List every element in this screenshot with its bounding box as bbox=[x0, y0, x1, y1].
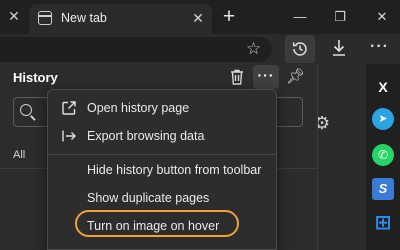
menu-item-label: Open history page bbox=[87, 101, 190, 115]
toolbar: ☆ ··· bbox=[0, 34, 400, 64]
edge-sidebar: X ➤ ✆ S ⊞ bbox=[366, 64, 400, 250]
export-arrow-icon bbox=[62, 130, 76, 142]
menu-item-show-duplicate-pages[interactable]: Show duplicate pages bbox=[48, 184, 276, 212]
tab-new-tab[interactable]: New tab ✕ bbox=[29, 4, 212, 34]
telegram-icon[interactable]: ➤ bbox=[372, 108, 394, 130]
trash-icon[interactable] bbox=[228, 68, 246, 86]
panel-title: History bbox=[13, 70, 58, 85]
restore-button[interactable]: ❐ bbox=[330, 8, 350, 26]
tab-strip: ✕ New tab ✕ + — ❐ ✕ bbox=[0, 0, 400, 34]
page-background bbox=[318, 64, 366, 250]
favorite-star-icon[interactable]: ☆ bbox=[246, 38, 261, 60]
history-clock-icon bbox=[292, 42, 307, 56]
whatsapp-icon[interactable]: ✆ bbox=[372, 144, 394, 166]
tab-close-icon[interactable]: ✕ bbox=[190, 10, 206, 26]
search-icon bbox=[20, 104, 32, 116]
tab-all[interactable]: All bbox=[13, 149, 25, 161]
pin-icon[interactable]: 📌︎ bbox=[286, 67, 305, 85]
highlight-outline bbox=[75, 210, 239, 237]
more-options-button[interactable]: ··· bbox=[253, 65, 279, 89]
close-icon[interactable]: ✕ bbox=[7, 8, 21, 24]
menu-item-open-history-page[interactable]: Open history page bbox=[48, 94, 276, 122]
s-app-icon[interactable]: S bbox=[372, 178, 394, 200]
tab-title: New tab bbox=[61, 11, 107, 25]
history-button[interactable] bbox=[285, 35, 315, 63]
menu-item-export-browsing-data[interactable]: Export browsing data bbox=[48, 122, 276, 150]
x-app-icon[interactable]: X bbox=[372, 76, 394, 98]
window-close-button[interactable]: ✕ bbox=[372, 8, 392, 26]
minimize-button[interactable]: — bbox=[290, 8, 310, 26]
menu-item-label: Hide history button from toolbar bbox=[87, 163, 262, 177]
new-tab-page-icon bbox=[38, 11, 52, 25]
address-bar[interactable]: ☆ bbox=[0, 37, 272, 62]
menu-item-label: Show duplicate pages bbox=[87, 191, 210, 205]
new-tab-button[interactable]: + bbox=[219, 6, 239, 27]
windows-icon[interactable]: ⊞ bbox=[372, 212, 394, 234]
browser-more-icon[interactable]: ··· bbox=[370, 36, 389, 58]
open-external-icon bbox=[62, 101, 76, 115]
download-icon[interactable] bbox=[331, 39, 347, 57]
menu-separator bbox=[48, 154, 276, 155]
history-more-menu: Open history page Export browsing data H… bbox=[47, 89, 277, 250]
menu-item-hide-history-button[interactable]: Hide history button from toolbar bbox=[48, 156, 276, 184]
menu-item-label: Export browsing data bbox=[87, 129, 205, 143]
